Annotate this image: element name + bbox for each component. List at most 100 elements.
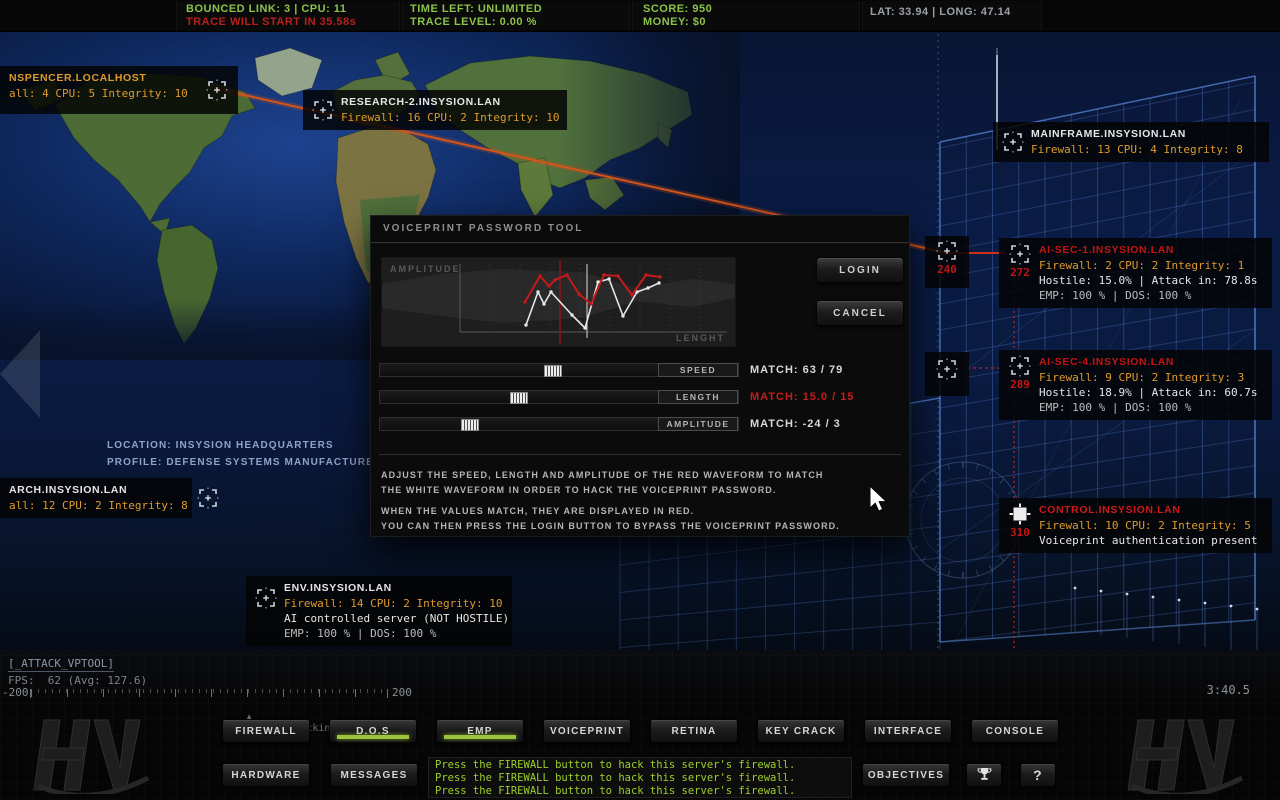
- server-node-aisec4[interactable]: 289 AI-SEC-4.INSYSION.LAN Firewall: 9 CP…: [999, 350, 1272, 420]
- hacker-evolution-logo: [1124, 716, 1250, 794]
- crosshair-icon[interactable]: [1009, 243, 1031, 265]
- crosshair-icon[interactable]: [255, 587, 277, 609]
- lat-long-value: LAT: 33.94 | LONG: 47.14: [870, 6, 1011, 19]
- crosshair-icon[interactable]: [936, 240, 958, 262]
- hud-footer: [_ATTACK_VPTOOL] FPS: 62 (Avg: 127.6) -2…: [0, 650, 1280, 800]
- messages-button[interactable]: MESSAGES: [330, 763, 418, 787]
- key-crack-button[interactable]: KEY CRACK: [757, 719, 845, 743]
- target-location: LOCATION: INSYSION HEADQUARTERS: [107, 437, 382, 454]
- server-name: ENV.INSYSION.LAN: [284, 581, 509, 596]
- server-stats: Firewall: 14 CPU: 2 Integrity: 10: [284, 596, 509, 611]
- slider-handle[interactable]: [544, 365, 562, 377]
- server-info: Voiceprint authentication present: [1039, 533, 1258, 548]
- score-money-stats: SCORE: 950 MONEY: $0: [643, 3, 712, 29]
- dialog-instructions: ADJUST THE SPEED, LENGTH AND AMPLITUDE O…: [381, 468, 840, 534]
- slider-handle[interactable]: [510, 392, 528, 404]
- slider-label: SPEED: [658, 363, 738, 377]
- help-button[interactable]: ?: [1020, 763, 1056, 787]
- dialog-divider: [371, 242, 909, 244]
- crosshair-icon[interactable]: [312, 99, 334, 121]
- server-hostile: Hostile: 15.0% | Attack in: 78.8s: [1039, 273, 1258, 288]
- selected-target-icon[interactable]: [1009, 503, 1031, 525]
- slider-rows: SPEED MATCH: 63 / 79 LENGTH MATCH: 15.0 …: [379, 363, 854, 444]
- fps-counter: FPS: 62 (Avg: 127.6): [8, 674, 147, 687]
- server-stats: all: 12 CPU: 2 Integrity: 8: [9, 498, 183, 513]
- hud-top-bar: BOUNCED LINK: 3 | CPU: 11 TRACE WILL STA…: [0, 0, 1280, 32]
- server-name: AI-SEC-1.INSYSION.LAN: [1039, 243, 1258, 258]
- slider-handle[interactable]: [461, 419, 479, 431]
- amplitude-slider[interactable]: AMPLITUDE: [379, 417, 739, 431]
- amplitude-slider-row: AMPLITUDE MATCH: -24 / 3: [379, 417, 854, 431]
- toolbar-row-2: HARDWARE MESSAGES Press the FIREWALL but…: [222, 763, 1056, 798]
- crosshair-icon[interactable]: [206, 79, 228, 101]
- server-node-spencer[interactable]: NSPENCER.LOCALHOST all: 4 CPU: 5 Integri…: [0, 66, 238, 114]
- voiceprint-dialog: VOICEPRINT PASSWORD TOOL AMPLITUDE LENGH…: [370, 215, 910, 537]
- crosshair-icon[interactable]: [1009, 355, 1031, 377]
- node-distance: 310: [1010, 525, 1030, 540]
- mission-timer: 3:40.5: [1207, 683, 1250, 697]
- speed-slider[interactable]: SPEED: [379, 363, 739, 377]
- time-left-value: TIME LEFT: UNLIMITED: [410, 3, 542, 16]
- ruler-min-label: -200: [2, 686, 29, 699]
- node-distance: 289: [1010, 377, 1030, 392]
- length-slider[interactable]: LENGTH: [379, 390, 739, 404]
- voiceprint-button[interactable]: VOICEPRINT: [543, 719, 631, 743]
- target-profile: PROFILE: DEFENSE SYSTEMS MANUFACTURER: [107, 454, 382, 471]
- node-distance: 272: [1010, 265, 1030, 280]
- trophy-icon: [977, 767, 992, 783]
- emp-button[interactable]: EMP: [436, 719, 524, 743]
- waveform-panel: AMPLITUDE LENGHT: [381, 257, 736, 347]
- instruction-line: WHEN THE VALUES MATCH, THEY ARE DISPLAYE…: [381, 504, 840, 519]
- crosshair-icon[interactable]: [936, 358, 958, 380]
- dos-button[interactable]: D.O.S: [329, 719, 417, 743]
- server-name: MAINFRAME.INSYSION.LAN: [1031, 127, 1243, 142]
- trace-warning: TRACE WILL START IN 35.58s: [186, 16, 356, 29]
- retina-button[interactable]: RETINA: [650, 719, 738, 743]
- server-info: AI controlled server (NOT HOSTILE): [284, 611, 509, 626]
- hardware-button[interactable]: HARDWARE: [222, 763, 310, 787]
- server-name: NSPENCER.LOCALHOST: [9, 71, 229, 86]
- server-name: CONTROL.INSYSION.LAN: [1039, 503, 1258, 518]
- money-value: MONEY: $0: [643, 16, 712, 29]
- server-node-arch[interactable]: ARCH.INSYSION.LAN all: 12 CPU: 2 Integri…: [0, 478, 192, 518]
- console-button[interactable]: CONSOLE: [971, 719, 1059, 743]
- interface-button[interactable]: INTERFACE: [864, 719, 952, 743]
- trace-level-value: TRACE LEVEL: 0.00 %: [410, 16, 542, 29]
- target-node[interactable]: [925, 352, 969, 396]
- range-ruler: [30, 689, 388, 698]
- bounced-link-value: BOUNCED LINK: 3 | CPU: 11: [186, 3, 356, 16]
- target-node-240[interactable]: 240: [925, 236, 969, 288]
- crosshair-icon[interactable]: [197, 487, 219, 509]
- crosshair-icon[interactable]: [1002, 131, 1024, 153]
- match-value: MATCH: 15.0 / 15: [750, 391, 854, 403]
- instruction-line: YOU CAN THEN PRESS THE LOGIN BUTTON TO B…: [381, 519, 840, 534]
- match-value: MATCH: 63 / 79: [750, 364, 843, 376]
- server-node-env[interactable]: ENV.INSYSION.LAN Firewall: 14 CPU: 2 Int…: [246, 576, 512, 646]
- server-emp-dos: EMP: 100 % | DOS: 100 %: [284, 626, 509, 641]
- log-line: Press the FIREWALL button to hack this s…: [435, 759, 845, 772]
- server-node-control[interactable]: 310 CONTROL.INSYSION.LAN Firewall: 10 CP…: [999, 498, 1272, 553]
- toolbar-row-1: FIREWALL D.O.S EMP VOICEPRINT RETINA KEY…: [222, 719, 1059, 743]
- dialog-divider: [379, 454, 901, 455]
- node-distance: 240: [929, 262, 965, 277]
- coordinates: LAT: 33.94 | LONG: 47.14: [870, 6, 1011, 19]
- link-cpu-stats: BOUNCED LINK: 3 | CPU: 11 TRACE WILL STA…: [186, 3, 356, 29]
- cancel-button[interactable]: CANCEL: [816, 300, 904, 326]
- achievements-button[interactable]: [966, 763, 1002, 787]
- log-line: Press the FIREWALL button to hack this s…: [435, 772, 845, 785]
- server-stats: Firewall: 9 CPU: 2 Integrity: 3: [1039, 370, 1258, 385]
- slider-label: AMPLITUDE: [658, 417, 738, 431]
- objectives-button[interactable]: OBJECTIVES: [862, 763, 950, 787]
- server-node-research2[interactable]: RESEARCH-2.INSYSION.LAN Firewall: 16 CPU…: [303, 90, 567, 130]
- active-tool-label: [_ATTACK_VPTOOL]: [8, 657, 114, 672]
- firewall-button[interactable]: FIREWALL: [222, 719, 310, 743]
- server-stats: Firewall: 2 CPU: 2 Integrity: 1: [1039, 258, 1258, 273]
- server-name: ARCH.INSYSION.LAN: [9, 483, 183, 498]
- server-node-aisec1[interactable]: 272 AI-SEC-1.INSYSION.LAN Firewall: 2 CP…: [999, 238, 1272, 308]
- length-axis-label: LENGHT: [676, 333, 725, 343]
- server-node-mainframe[interactable]: MAINFRAME.INSYSION.LAN Firewall: 13 CPU:…: [993, 122, 1269, 162]
- login-button[interactable]: LOGIN: [816, 257, 904, 283]
- pan-left-arrow-icon[interactable]: [0, 330, 40, 418]
- hacker-evolution-logo: [30, 716, 156, 794]
- server-name: RESEARCH-2.INSYSION.LAN: [341, 95, 560, 110]
